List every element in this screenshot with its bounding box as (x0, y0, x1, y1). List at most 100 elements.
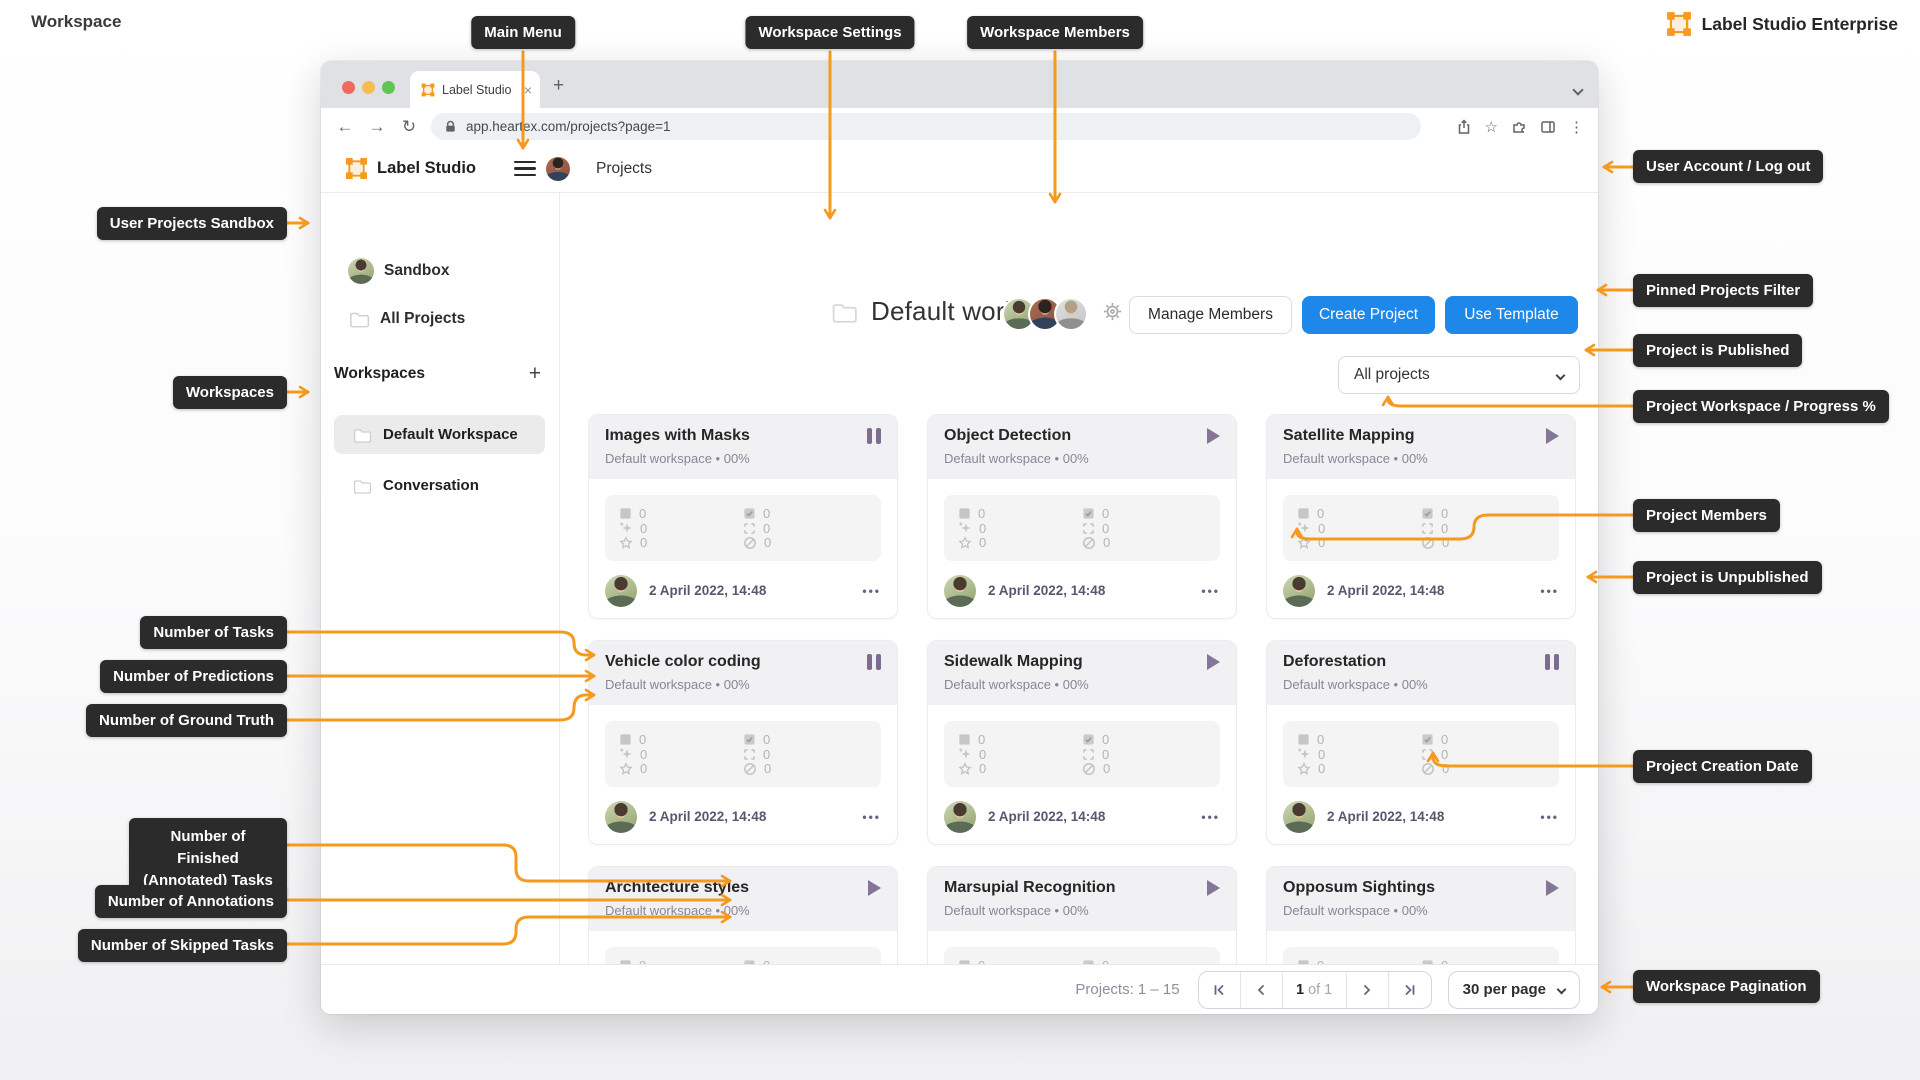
use-template-button[interactable]: Use Template (1445, 296, 1578, 334)
sidebar-workspace-item[interactable]: Conversation (334, 466, 545, 505)
ground-truth-star-icon (619, 761, 633, 775)
project-card[interactable]: Deforestation Default workspace • 00% 0 … (1266, 640, 1576, 845)
chevron-down-icon (1556, 984, 1567, 995)
tab-close-icon[interactable]: × (524, 82, 532, 98)
project-card[interactable]: Vehicle color coding Default workspace •… (588, 640, 898, 845)
skipped-tasks-icon (1422, 536, 1434, 549)
tasks-count: 0 (978, 732, 986, 747)
annotations-selection-icon (1422, 748, 1433, 760)
project-card[interactable]: Images with Masks Default workspace • 00… (588, 414, 898, 619)
project-member-avatar (605, 800, 637, 833)
browser-menu-icon[interactable]: ⋮ (1569, 118, 1584, 136)
share-icon[interactable] (1456, 118, 1472, 135)
ground-truth-star-icon (958, 535, 972, 549)
user-account-avatar[interactable] (546, 157, 570, 181)
window-close-button[interactable] (342, 81, 355, 94)
predictions-sparkle-icon (620, 522, 632, 533)
skipped-tasks-count: 0 (1442, 761, 1450, 776)
project-menu-button[interactable]: ••• (1540, 810, 1559, 824)
sidebar-workspace-item[interactable]: Default Workspace (334, 415, 545, 454)
create-project-button[interactable]: Create Project (1302, 296, 1435, 334)
tab-list-chevron-icon[interactable] (1572, 81, 1584, 99)
last-page-button[interactable] (1389, 972, 1431, 1008)
project-creation-date: 2 April 2022, 14:48 (988, 809, 1106, 824)
annotations-count: 0 (1441, 520, 1449, 536)
ground-truth-count: 0 (1318, 535, 1326, 550)
project-card[interactable]: Sidewalk Mapping Default workspace • 00%… (927, 640, 1237, 845)
workspace-settings-gear-icon[interactable] (1101, 300, 1124, 323)
previous-page-button[interactable] (1241, 971, 1283, 1008)
forward-button[interactable]: → (361, 117, 393, 137)
finished-tasks-count: 0 (1102, 506, 1110, 521)
extensions-puzzle-icon[interactable] (1511, 119, 1527, 135)
finished-tasks-count: 0 (1441, 506, 1449, 521)
project-card[interactable]: Object Detection Default workspace • 00%… (927, 414, 1237, 619)
bookmark-star-icon[interactable]: ☆ (1485, 118, 1498, 136)
new-tab-button[interactable]: + (553, 75, 564, 97)
label-studio-enterprise-brand: Label Studio Enterprise (1666, 11, 1898, 37)
pinned-projects-filter[interactable]: All projects (1338, 356, 1580, 394)
tasks-icon (1298, 508, 1309, 519)
project-menu-button[interactable]: ••• (862, 584, 881, 598)
project-menu-button[interactable]: ••• (1540, 584, 1559, 598)
project-unpublished-pause-icon (1545, 654, 1559, 670)
add-workspace-button[interactable]: + (529, 362, 541, 386)
per-page-dropdown[interactable]: 30 per page (1447, 970, 1580, 1009)
project-published-play-icon (1546, 428, 1559, 444)
workspaces-section-header: Workspaces + (334, 359, 541, 389)
sidebar-item-sandbox[interactable]: Sandbox (321, 255, 560, 287)
project-card[interactable]: Satellite Mapping Default workspace • 00… (1266, 414, 1576, 619)
project-menu-button[interactable]: ••• (862, 810, 881, 824)
side-panel-icon[interactable] (1540, 119, 1556, 135)
main-menu-hamburger-icon[interactable] (514, 157, 536, 180)
workspace-item-label: Default Workspace (383, 426, 518, 443)
tasks-icon (620, 508, 631, 519)
callout-project-creation-date: Project Creation Date (1633, 750, 1812, 783)
project-card-header: Opposum Sightings Default workspace • 00… (1267, 867, 1575, 931)
project-workspace-progress: Default workspace • 00% (944, 677, 1089, 692)
project-workspace-progress: Default workspace • 00% (605, 677, 750, 692)
annotations-selection-icon (1083, 522, 1094, 534)
folder-icon (350, 312, 370, 328)
project-title: Images with Masks (605, 427, 750, 444)
callout-number-of-annotations: Number of Annotations (94, 885, 287, 918)
project-title: Opposum Sightings (1283, 879, 1435, 896)
first-page-button[interactable] (1199, 971, 1241, 1008)
project-menu-button[interactable]: ••• (1201, 810, 1220, 824)
project-published-play-icon (1207, 654, 1220, 670)
project-title: Vehicle color coding (605, 653, 761, 670)
ground-truth-count: 0 (979, 535, 987, 550)
reload-button[interactable]: ↻ (393, 117, 425, 137)
callout-workspace-members: Workspace Members (967, 16, 1143, 49)
project-title: Architecture styles (605, 879, 750, 896)
manage-members-button[interactable]: Manage Members (1129, 296, 1292, 334)
address-bar[interactable]: app.heartex.com/projects?page=1 (431, 113, 1421, 140)
browser-toolbar: ← → ↻ app.heartex.com/projects?page=1 ☆ … (321, 108, 1598, 145)
url-text: app.heartex.com/projects?page=1 (466, 119, 671, 134)
callout-main-menu: Main Menu (471, 16, 575, 49)
ground-truth-count: 0 (640, 761, 648, 776)
window-minimize-button[interactable] (362, 81, 375, 94)
project-menu-button[interactable]: ••• (1201, 584, 1220, 598)
predictions-count: 0 (979, 746, 987, 762)
browser-tab[interactable]: Label Studio × (410, 71, 540, 108)
workspace-item-label: Conversation (383, 477, 479, 494)
workspace-pagination-bar: Projects: 1 – 15 1 of 1 30 per page (321, 964, 1598, 1014)
annotations-count: 0 (1441, 746, 1449, 762)
window-zoom-button[interactable] (382, 81, 395, 94)
project-card-footer: 2 April 2022, 14:48 ••• (1283, 561, 1559, 620)
page-indicator: 1 of 1 (1283, 971, 1347, 1008)
tasks-count: 0 (1317, 732, 1325, 747)
workspace-member-avatars[interactable] (1002, 297, 1088, 331)
next-page-button[interactable] (1347, 971, 1389, 1008)
project-card-footer: 2 April 2022, 14:48 ••• (944, 561, 1220, 620)
project-published-play-icon (868, 880, 881, 896)
sidebar-item-all-projects[interactable]: All Projects (321, 303, 560, 335)
project-card-header: Vehicle color coding Default workspace •… (589, 641, 897, 705)
sidebar: Sandbox All Projects Workspaces + Defaul… (321, 193, 560, 1014)
back-button[interactable]: ← (329, 117, 361, 137)
callout-number-of-ground-truth: Number of Ground Truth (86, 704, 287, 737)
annotations-count: 0 (763, 746, 771, 762)
project-card-footer: 2 April 2022, 14:48 ••• (605, 561, 881, 620)
chevron-down-icon (1555, 370, 1566, 380)
